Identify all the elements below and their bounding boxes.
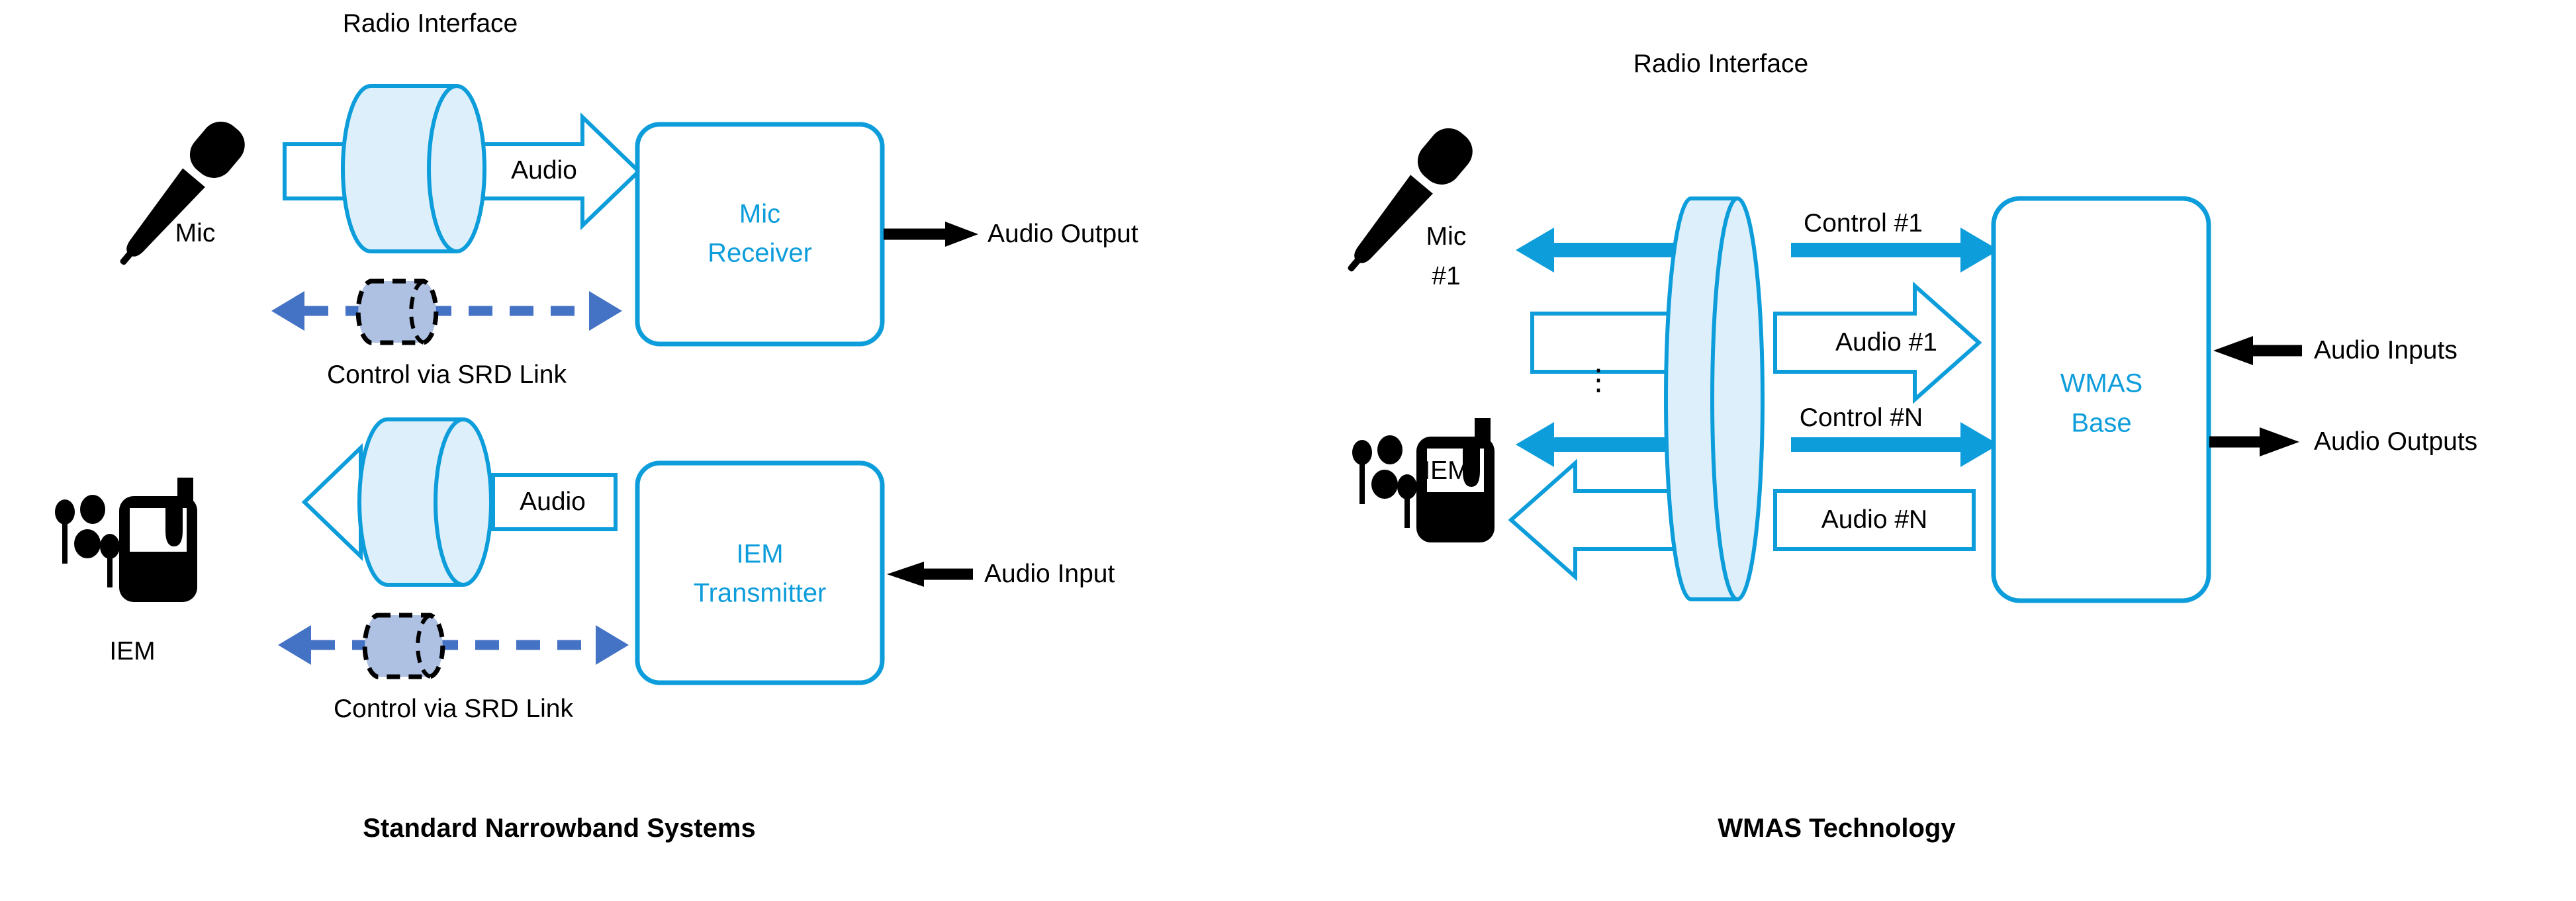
wmas-base-label-line2: Base <box>2071 408 2132 438</box>
iem-srd-control-label: Control via SRD Link <box>334 695 573 723</box>
left-panel-caption: Standard Narrowband Systems <box>363 814 756 843</box>
iem-beltpack-icon <box>55 478 197 602</box>
right-radio-interface-label: Radio Interface <box>1633 50 1809 78</box>
mic-receiver-box[interactable] <box>635 122 885 347</box>
iem-transmitter-box[interactable] <box>635 460 885 685</box>
diagram-vector-layer <box>55 84 2302 685</box>
diagram-canvas: Radio Interface Mic Audio Mic Receiver A… <box>0 0 2576 901</box>
audio-inputs-label: Audio Inputs <box>2314 336 2458 365</box>
audio-output-label: Audio Output <box>988 220 1138 248</box>
mic-receiver-label-line2: Receiver <box>708 238 812 268</box>
audio-n-label: Audio #N <box>1821 505 1928 534</box>
iem-transmitter-label-line1: IEM <box>736 539 784 569</box>
right-radio-interface-cylinder <box>1664 196 1765 601</box>
left-mic-srd-link <box>271 279 622 345</box>
audio-outputs-label: Audio Outputs <box>2314 427 2478 456</box>
iemn-device-label-line1: IEM <box>1423 456 1469 485</box>
iem-device-label: IEM <box>109 637 156 665</box>
left-iem-audio-label: Audio <box>520 488 586 516</box>
mic-receiver-label-line1: Mic <box>739 199 781 229</box>
left-iem-srd-link <box>278 613 629 679</box>
microphone-icon <box>104 113 253 279</box>
audio-inputs-arrow <box>2213 336 2302 365</box>
mic-srd-control-label: Control via SRD Link <box>327 361 567 389</box>
wmas-base-label-line1: WMAS <box>2060 368 2143 398</box>
control-1-label: Control #1 <box>1804 209 1923 237</box>
left-radio-interface-label: Radio Interface <box>342 9 518 38</box>
audio-input-label: Audio Input <box>984 560 1115 588</box>
right-panel-caption: WMAS Technology <box>1718 814 1956 843</box>
left-mic-audio-label: Audio <box>511 156 577 185</box>
wmas-base-box[interactable] <box>1991 196 2211 603</box>
mic1-device-label-line1: Mic <box>1426 222 1467 251</box>
audio-1-label: Audio #1 <box>1835 328 1937 357</box>
mic-device-label: Mic <box>175 219 216 247</box>
left-mic-radio-interface-cylinder <box>341 84 486 253</box>
audio-input-arrow <box>887 562 973 587</box>
audio-output-arrow <box>884 222 978 247</box>
channel-ellipsis: ⋮ <box>1584 364 1613 396</box>
microphone-icon <box>1332 120 1481 285</box>
left-iem-radio-interface-cylinder <box>357 417 493 587</box>
mic1-device-label-line2: #1 <box>1432 262 1461 290</box>
iemn-device-label-line2: #N <box>1430 496 1463 525</box>
iem-transmitter-label-line2: Transmitter <box>693 578 827 608</box>
audio-outputs-arrow <box>2209 427 2299 456</box>
control-n-label: Control #N <box>1799 404 1923 432</box>
